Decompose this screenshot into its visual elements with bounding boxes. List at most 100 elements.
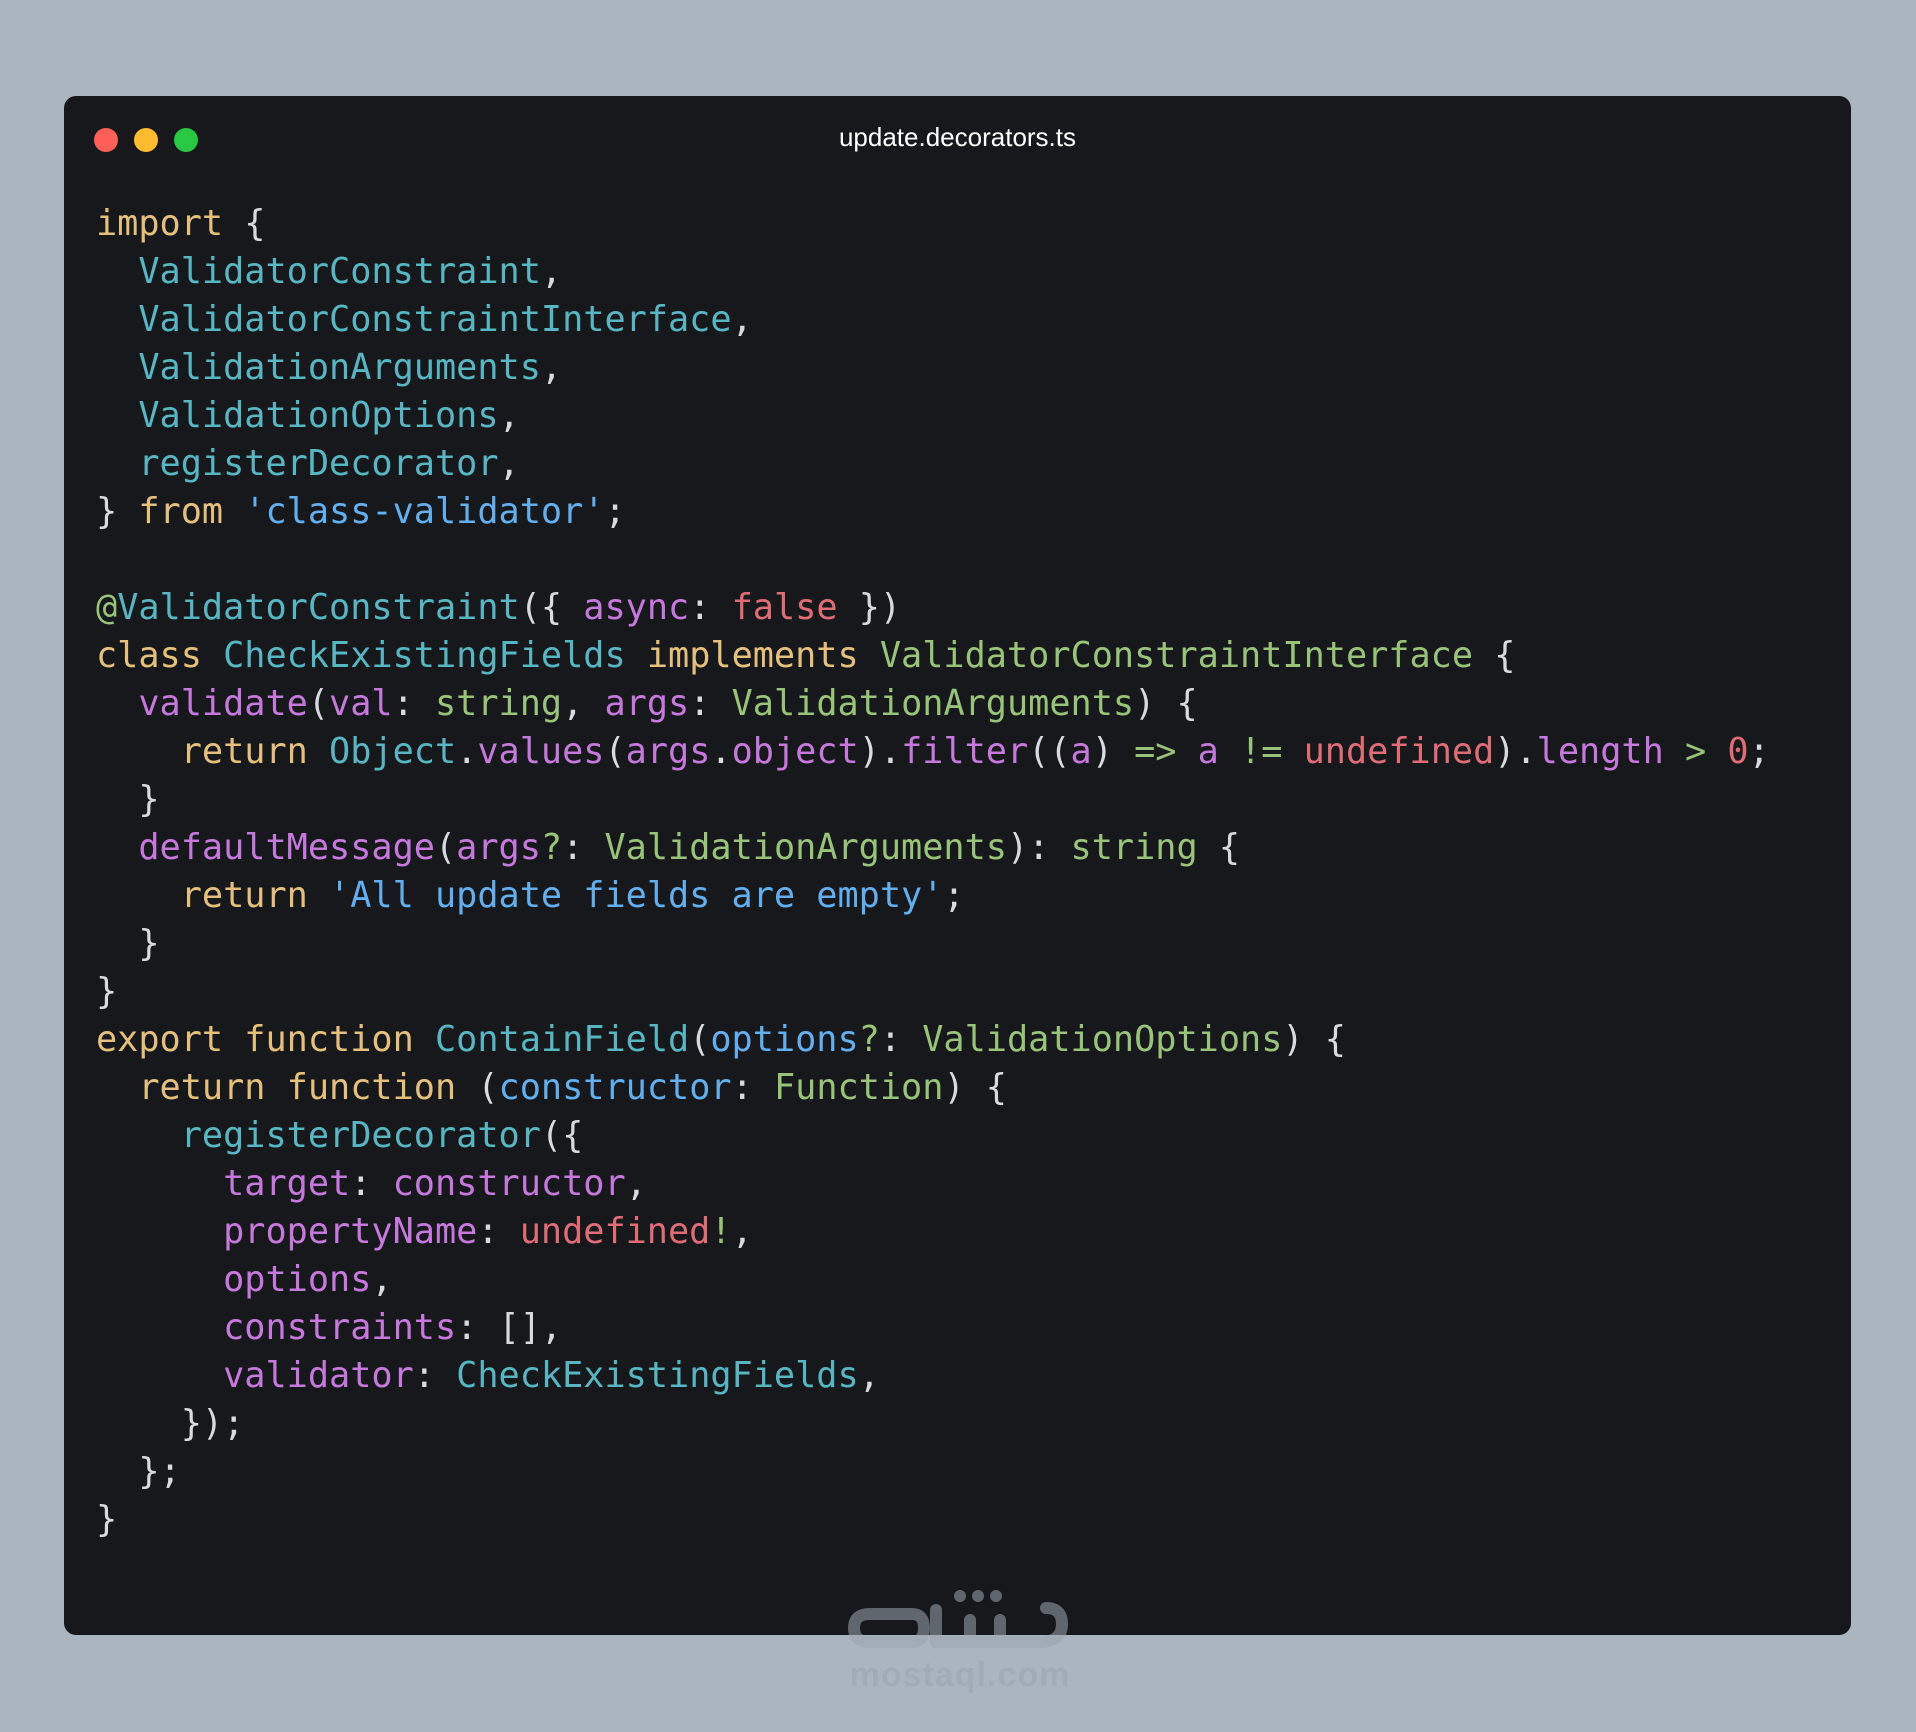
punctuation-token: , bbox=[371, 1259, 393, 1300]
type-token: ? bbox=[858, 1019, 880, 1060]
punctuation-token bbox=[223, 1019, 244, 1060]
punctuation-token bbox=[265, 1067, 286, 1108]
property-token: a bbox=[1070, 731, 1092, 772]
punctuation-token: : bbox=[413, 1355, 457, 1396]
punctuation-token bbox=[859, 635, 880, 676]
punctuation-token bbox=[1664, 731, 1685, 772]
type-token: != bbox=[1240, 731, 1283, 772]
type-token: string bbox=[434, 683, 563, 724]
punctuation-token: : bbox=[689, 683, 732, 724]
code-line: validate(val: string, args: ValidationAr… bbox=[96, 680, 1770, 728]
string-token: constructor bbox=[498, 1067, 732, 1108]
identifier-token: ValidatorConstraint bbox=[138, 251, 541, 292]
punctuation-token: , bbox=[731, 299, 753, 340]
code-line: defaultMessage(args?: ValidationArgument… bbox=[96, 824, 1770, 872]
property-token: object bbox=[731, 731, 859, 772]
identifier-token: ValidationOptions bbox=[138, 395, 499, 436]
code-line: target: constructor, bbox=[96, 1160, 1770, 1208]
code-line: } bbox=[96, 776, 1770, 824]
punctuation-token: : [], bbox=[456, 1307, 563, 1348]
punctuation-token: : bbox=[562, 827, 605, 868]
string-token: options bbox=[710, 1019, 859, 1060]
code-line: }); bbox=[96, 1400, 1770, 1448]
punctuation-token bbox=[96, 1211, 223, 1252]
punctuation-token bbox=[96, 875, 181, 916]
punctuation-token: { bbox=[1473, 635, 1516, 676]
code-line: }; bbox=[96, 1448, 1770, 1496]
code-line: registerDecorator, bbox=[96, 440, 1770, 488]
punctuation-token: , bbox=[540, 347, 563, 388]
punctuation-token: { bbox=[1197, 827, 1241, 868]
code-window: update.decorators.ts import { ValidatorC… bbox=[64, 96, 1851, 1635]
keyword-token: from bbox=[138, 491, 224, 532]
identifier-token: ContainField bbox=[434, 1019, 690, 1060]
punctuation-token: , bbox=[562, 683, 605, 724]
watermark-logo: mostaql.com bbox=[840, 1580, 1080, 1700]
property-token: filter bbox=[901, 731, 1029, 772]
code-line: options, bbox=[96, 1256, 1770, 1304]
code-line: class CheckExistingFields implements Val… bbox=[96, 632, 1770, 680]
type-token: Function bbox=[773, 1067, 944, 1108]
code-line: export function ContainField(options?: V… bbox=[96, 1016, 1770, 1064]
code-line: } from 'class-validator'; bbox=[96, 488, 1770, 536]
literal-token: undefined bbox=[1303, 731, 1495, 772]
punctuation-token: , bbox=[731, 1211, 753, 1252]
punctuation-token: } bbox=[96, 923, 160, 964]
punctuation-token: { bbox=[223, 203, 266, 244]
keyword-token: implements bbox=[646, 635, 859, 676]
watermark-domain: mostaql.com bbox=[849, 1656, 1071, 1694]
punctuation-token: , bbox=[498, 395, 520, 436]
identifier-token: Object bbox=[329, 731, 457, 772]
code-line: } bbox=[96, 968, 1770, 1016]
punctuation-token: ) { bbox=[943, 1067, 1007, 1108]
punctuation-token: ( bbox=[604, 731, 626, 772]
keyword-token: class bbox=[96, 635, 202, 676]
punctuation-token: , bbox=[540, 251, 563, 292]
punctuation-token: ): bbox=[1006, 827, 1071, 868]
punctuation-token: ; bbox=[1748, 731, 1770, 772]
identifier-token: CheckExistingFields bbox=[456, 1355, 859, 1396]
punctuation-token bbox=[308, 731, 329, 772]
punctuation-token bbox=[96, 683, 138, 724]
punctuation-token bbox=[96, 1259, 223, 1300]
property-token: target bbox=[223, 1163, 351, 1204]
code-line: ValidationArguments, bbox=[96, 344, 1770, 392]
identifier-token: CheckExistingFields bbox=[223, 635, 626, 676]
property-token: values bbox=[477, 731, 605, 772]
punctuation-token: }) bbox=[837, 587, 902, 628]
punctuation-token bbox=[1282, 731, 1303, 772]
type-token: => bbox=[1134, 731, 1177, 772]
punctuation-token: , bbox=[625, 1163, 647, 1204]
property-token: args bbox=[604, 683, 690, 724]
punctuation-token bbox=[96, 1307, 223, 1348]
punctuation-token bbox=[96, 731, 181, 772]
identifier-token: ValidatorConstraintInterface bbox=[138, 299, 732, 340]
property-token: options bbox=[223, 1259, 372, 1300]
punctuation-token bbox=[202, 635, 223, 676]
punctuation-token: (( bbox=[1028, 731, 1071, 772]
punctuation-token bbox=[96, 827, 138, 868]
property-token: validate bbox=[138, 683, 308, 724]
code-line: validator: CheckExistingFields, bbox=[96, 1352, 1770, 1400]
punctuation-token: . bbox=[710, 731, 732, 772]
type-token: ? bbox=[540, 827, 563, 868]
punctuation-token bbox=[96, 395, 138, 436]
window-title: update.decorators.ts bbox=[838, 122, 1077, 152]
punctuation-token: , bbox=[498, 443, 520, 484]
punctuation-token: : bbox=[689, 587, 732, 628]
punctuation-token: ( bbox=[456, 1067, 499, 1108]
window-titlebar: update.decorators.ts bbox=[64, 96, 1851, 184]
punctuation-token bbox=[96, 251, 138, 292]
punctuation-token: ; bbox=[604, 491, 626, 532]
punctuation-token: ). bbox=[858, 731, 902, 772]
code-line: ValidationOptions, bbox=[96, 392, 1770, 440]
punctuation-token bbox=[1219, 731, 1240, 772]
punctuation-token: . bbox=[456, 731, 478, 772]
punctuation-token: ) { bbox=[1282, 1019, 1346, 1060]
property-token: defaultMessage bbox=[138, 827, 435, 868]
identifier-token: ValidatorConstraint bbox=[117, 587, 520, 628]
code-editor[interactable]: import { ValidatorConstraint, ValidatorC… bbox=[96, 200, 1770, 1544]
type-token: ValidatorConstraintInterface bbox=[879, 635, 1474, 676]
punctuation-token: ( bbox=[434, 827, 457, 868]
punctuation-token bbox=[414, 1019, 435, 1060]
